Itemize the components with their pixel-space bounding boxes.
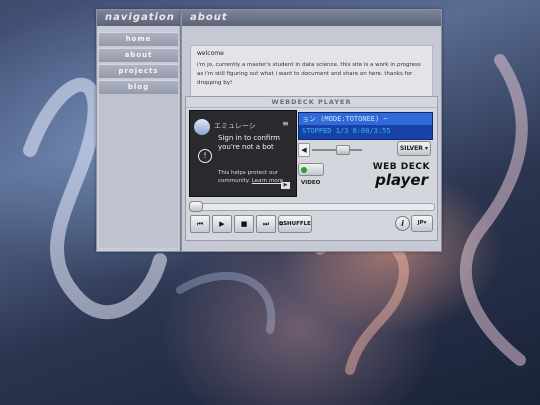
about-title: about [182,10,441,26]
skin-select[interactable]: SILVER ▾ [397,141,431,156]
nav-item-projects[interactable]: projects [99,64,178,78]
intro-text: i'm jo, currently a master's student in … [197,62,421,86]
captcha-title: Sign in to confirm you're not a bot [218,134,280,151]
video-menu-icon[interactable]: ≡ [282,119,289,128]
skin-label: SILVER [399,145,423,152]
logo-bottom-text: player [375,171,428,189]
alert-icon: ! [198,149,212,163]
language-select[interactable]: JP▾ [411,215,433,232]
video-toggle-label: VIDEO [301,180,321,186]
nav-item-blog[interactable]: blog [99,80,178,94]
seek-handle[interactable] [189,201,203,212]
channel-avatar [194,119,210,135]
lcd-track-title: ョン (MODE:TOTONEE) ~ [299,113,432,125]
video-title: エミュレーシ [214,122,256,130]
navigation-body [99,92,178,248]
language-label: JP [417,220,424,226]
seek-bar[interactable] [189,203,435,211]
nav-item-about[interactable]: about [99,48,178,62]
navigation-title: navigation [97,10,180,26]
volume-icon[interactable]: ◀ [298,143,310,157]
info-button[interactable]: i [395,216,410,231]
captcha-text: This helps protect our community. Learn … [218,169,288,185]
volume-handle[interactable] [336,145,350,155]
play-button[interactable]: ▶ [212,215,232,233]
webdeck-player: WEBDECK PLAYER エミュレーシ ≡ ! Sign in to con… [185,96,438,241]
video-embed[interactable]: エミュレーシ ≡ ! Sign in to confirm you're not… [189,110,297,197]
nav-item-home[interactable]: home [99,32,178,46]
video-toggle-button[interactable]: VIDEO [298,163,324,186]
lcd-display: ョン (MODE:TOTONEE) ~ STOPPED 1/3 0:00/3:5… [298,112,433,140]
stop-button[interactable]: ■ [234,215,254,233]
shuffle-button[interactable]: ⧉SHUFFLE [278,215,312,233]
webdeck-logo: WEB DECK player [356,162,434,194]
learn-more-link[interactable]: Learn more [252,178,283,184]
lcd-status: STOPPED 1/3 0:00/3:55 [302,127,391,135]
video-status-dot [301,166,307,173]
youtube-icon[interactable]: ▶ [281,182,290,189]
player-title: WEBDECK PLAYER [186,97,437,108]
navigation-panel: navigation home about projects blog [96,9,181,252]
navigation-list: home about projects blog [97,26,180,94]
previous-button[interactable]: ⏮ [190,215,210,233]
intro-heading: welcome [197,50,224,57]
next-button[interactable]: ⏭ [256,215,276,233]
shuffle-label: SHUFFLE [283,221,311,227]
